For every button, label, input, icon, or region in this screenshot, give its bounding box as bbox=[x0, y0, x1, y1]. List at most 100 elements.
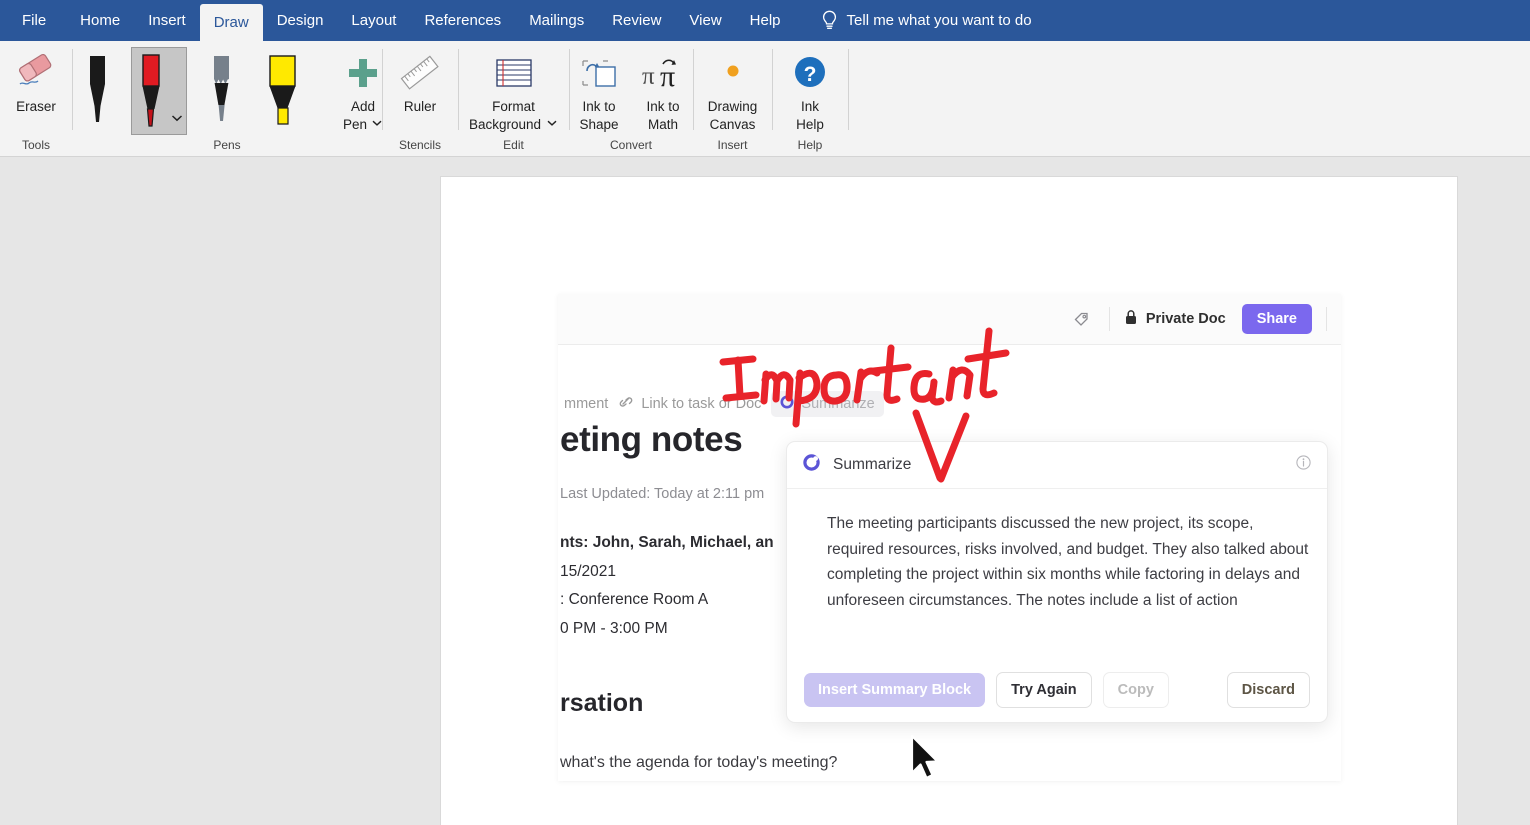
ink-to-shape-button[interactable]: Ink to Shape bbox=[567, 47, 631, 132]
format-background-chevron-down-icon[interactable] bbox=[546, 117, 558, 132]
tell-me-box[interactable]: Tell me what you want to do bbox=[821, 0, 1032, 41]
link-icon bbox=[618, 394, 634, 414]
tab-draw[interactable]: Draw bbox=[199, 4, 263, 41]
ribbon-group-pens: Add Pen Pens bbox=[72, 41, 382, 156]
group-label-stencils: Stencils bbox=[398, 138, 442, 152]
format-background-label-line2: Background bbox=[468, 117, 542, 132]
ribbon-empty-space bbox=[848, 41, 1530, 156]
group-label-pens: Pens bbox=[213, 138, 241, 152]
format-background-label-line1: Format bbox=[492, 99, 535, 114]
pencil-grey-icon bbox=[205, 53, 237, 136]
svg-text:π: π bbox=[660, 60, 675, 92]
meta-attendees-text: nts: John, Sarah, Michael, an bbox=[560, 534, 774, 551]
ribbon-group-convert: Ink to Shape π π Ink to Math Convert bbox=[569, 41, 693, 156]
group-label-edit: Edit bbox=[503, 138, 524, 152]
meta-line-date: 15/2021 bbox=[560, 562, 617, 580]
summarize-popover-title: Summarize bbox=[833, 456, 912, 473]
discard-button[interactable]: Discard bbox=[1226, 672, 1310, 708]
tell-me-label: Tell me what you want to do bbox=[846, 12, 1032, 29]
tab-design[interactable]: Design bbox=[263, 0, 338, 41]
ribbon-group-help: ? Ink Help Help bbox=[772, 41, 848, 156]
tab-insert[interactable]: Insert bbox=[134, 0, 200, 41]
copy-button[interactable]: Copy bbox=[1102, 672, 1169, 708]
pen-red-icon bbox=[134, 54, 168, 139]
ruler-label: Ruler bbox=[403, 99, 437, 114]
link-to-task-label: Link to task or Doc bbox=[641, 396, 762, 412]
ink-to-shape-icon bbox=[578, 50, 620, 96]
embedded-doc-last-updated: Last Updated: Today at 2:11 pm bbox=[560, 486, 765, 502]
tab-file[interactable]: File bbox=[0, 0, 66, 41]
tab-home[interactable]: Home bbox=[66, 0, 134, 41]
ink-to-shape-label-line2: Shape bbox=[579, 117, 619, 132]
summarize-popover-actions: Insert Summary Block Try Again Copy Disc… bbox=[787, 672, 1327, 708]
embedded-doc-section-heading: rsation bbox=[560, 689, 644, 717]
privacy-status[interactable]: Private Doc bbox=[1124, 309, 1226, 329]
pencil-grey-button[interactable] bbox=[193, 47, 249, 135]
try-again-button[interactable]: Try Again bbox=[996, 672, 1092, 708]
eraser-icon bbox=[14, 50, 58, 96]
tab-help[interactable]: Help bbox=[736, 0, 795, 41]
ink-help-label-line2: Help bbox=[796, 117, 824, 132]
group-label-convert: Convert bbox=[609, 138, 653, 152]
add-pen-label-line1: Add bbox=[350, 99, 376, 114]
format-background-icon bbox=[491, 50, 537, 96]
summarize-toolbar-label: Summarize bbox=[801, 396, 875, 412]
summarize-popover-body: The meeting participants discussed the n… bbox=[827, 515, 1309, 609]
embedded-doc-toolbar: mment Link to task or Doc Summarize bbox=[558, 389, 1341, 419]
pen-red-dropdown-chevron-icon[interactable] bbox=[170, 111, 184, 130]
group-label-insert: Insert bbox=[717, 138, 748, 152]
add-pen-label-line2: Pen bbox=[342, 117, 368, 132]
drawing-canvas-button[interactable]: Drawing Canvas bbox=[701, 47, 765, 132]
insert-summary-block-button[interactable]: Insert Summary Block bbox=[804, 673, 986, 707]
tab-view[interactable]: View bbox=[675, 0, 735, 41]
lightbulb-icon bbox=[821, 10, 838, 31]
group-label-tools: Tools bbox=[21, 138, 50, 152]
ribbon-toolbar: Eraser Tools Add Pen Pens Ruler Stencils… bbox=[0, 41, 1530, 157]
tag-icon[interactable] bbox=[1069, 306, 1095, 332]
header-divider-2 bbox=[1326, 307, 1327, 331]
ribbon-tab-bar: File Home Insert Draw Design Layout Refe… bbox=[0, 0, 1530, 41]
meta-line-attendees: nts: John, Sarah, Michael, an bbox=[560, 529, 774, 558]
tab-references[interactable]: References bbox=[410, 0, 515, 41]
pen-red-button[interactable] bbox=[131, 47, 187, 135]
ink-to-math-icon: π π bbox=[640, 50, 686, 96]
link-to-task-button[interactable]: Link to task or Doc bbox=[618, 394, 761, 414]
ruler-icon bbox=[398, 50, 442, 96]
share-button[interactable]: Share bbox=[1241, 304, 1312, 334]
ai-sparkle-icon bbox=[780, 395, 794, 413]
tab-mailings[interactable]: Mailings bbox=[515, 0, 598, 41]
embedded-doc-first-message: what's the agenda for today's meeting? bbox=[560, 754, 838, 771]
meta-line-location: : Conference Room A bbox=[560, 591, 709, 608]
highlighter-yellow-button[interactable] bbox=[255, 47, 311, 135]
ink-to-math-label-line1: Ink to bbox=[646, 99, 680, 114]
drawing-canvas-label-line1: Drawing bbox=[707, 99, 758, 114]
embedded-screenshot-image: Private Doc Share mment Link to task or … bbox=[558, 294, 1341, 781]
summarize-toolbar-button[interactable]: Summarize bbox=[771, 391, 884, 417]
pen-black-button[interactable] bbox=[69, 47, 125, 135]
embedded-doc-title: eting notes bbox=[560, 420, 743, 459]
mouse-pointer-icon bbox=[908, 733, 944, 788]
format-background-button[interactable]: Format Background bbox=[464, 47, 563, 132]
plus-icon bbox=[346, 50, 380, 96]
highlighter-yellow-icon bbox=[264, 53, 302, 136]
drawing-canvas-icon bbox=[716, 50, 750, 96]
comment-button[interactable]: mment bbox=[564, 396, 608, 412]
ink-to-math-button[interactable]: π π Ink to Math bbox=[631, 47, 695, 132]
tab-review[interactable]: Review bbox=[598, 0, 675, 41]
tab-layout[interactable]: Layout bbox=[337, 0, 410, 41]
group-label-help: Help bbox=[797, 138, 823, 152]
question-mark-icon: ? bbox=[790, 50, 830, 96]
ribbon-group-insert: Drawing Canvas Insert bbox=[693, 41, 772, 156]
info-icon[interactable] bbox=[1295, 454, 1312, 476]
ink-help-button[interactable]: ? Ink Help bbox=[778, 47, 842, 132]
drawing-canvas-label-line2: Canvas bbox=[709, 117, 756, 132]
pen-black-icon bbox=[81, 53, 113, 136]
ruler-button[interactable]: Ruler bbox=[388, 47, 452, 114]
meta-line-time: 0 PM - 3:00 PM bbox=[560, 619, 668, 637]
ribbon-group-stencils: Ruler Stencils bbox=[382, 41, 458, 156]
document-page[interactable]: Private Doc Share mment Link to task or … bbox=[440, 176, 1458, 825]
ai-sparkle-icon bbox=[802, 453, 821, 477]
svg-text:?: ? bbox=[804, 63, 817, 86]
privacy-label: Private Doc bbox=[1145, 311, 1226, 327]
svg-text:π: π bbox=[642, 63, 655, 90]
